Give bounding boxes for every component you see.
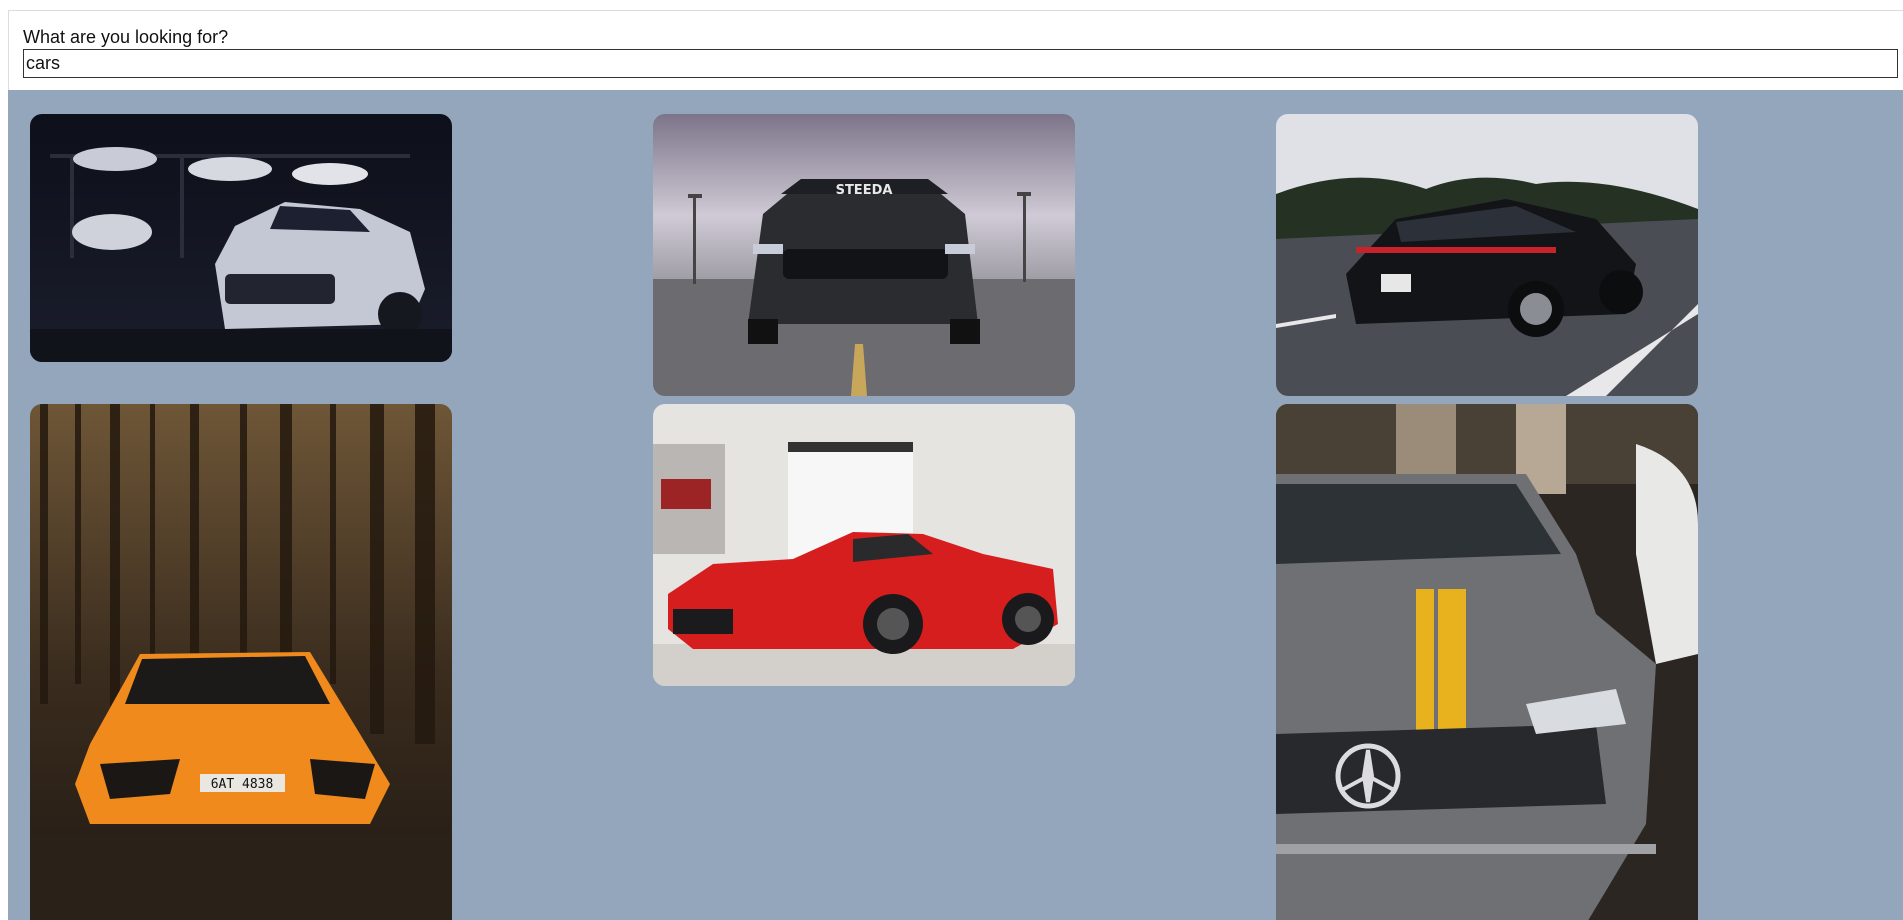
windshield-banner: STEEDA	[836, 183, 893, 198]
red-hypercar-photo	[653, 404, 1075, 686]
gallery-image-orange-supercar[interactable]: 6AT 4838	[30, 404, 452, 920]
search-input[interactable]	[23, 49, 1898, 78]
gallery-image-red-hypercar[interactable]	[653, 404, 1075, 686]
license-plate-text: 6AT 4838	[211, 777, 274, 792]
gallery-image-black-sedan[interactable]	[1276, 114, 1698, 396]
grey-sedan-photo	[1276, 404, 1698, 920]
gallery-image-grey-sedan[interactable]	[1276, 404, 1698, 920]
image-gallery: 6AT 4838 STEEDA	[8, 90, 1903, 920]
search-label: What are you looking for?	[23, 27, 229, 47]
orange-supercar-photo: 6AT 4838	[30, 404, 452, 920]
black-sedan-photo	[1276, 114, 1698, 396]
gallery-image-white-coupe[interactable]	[30, 114, 452, 362]
white-coupe-photo	[30, 114, 452, 362]
gallery-image-black-muscle-car[interactable]: STEEDA	[653, 114, 1075, 396]
black-muscle-car-photo: STEEDA	[653, 114, 1075, 396]
search-bar: What are you looking for?	[8, 10, 1903, 90]
